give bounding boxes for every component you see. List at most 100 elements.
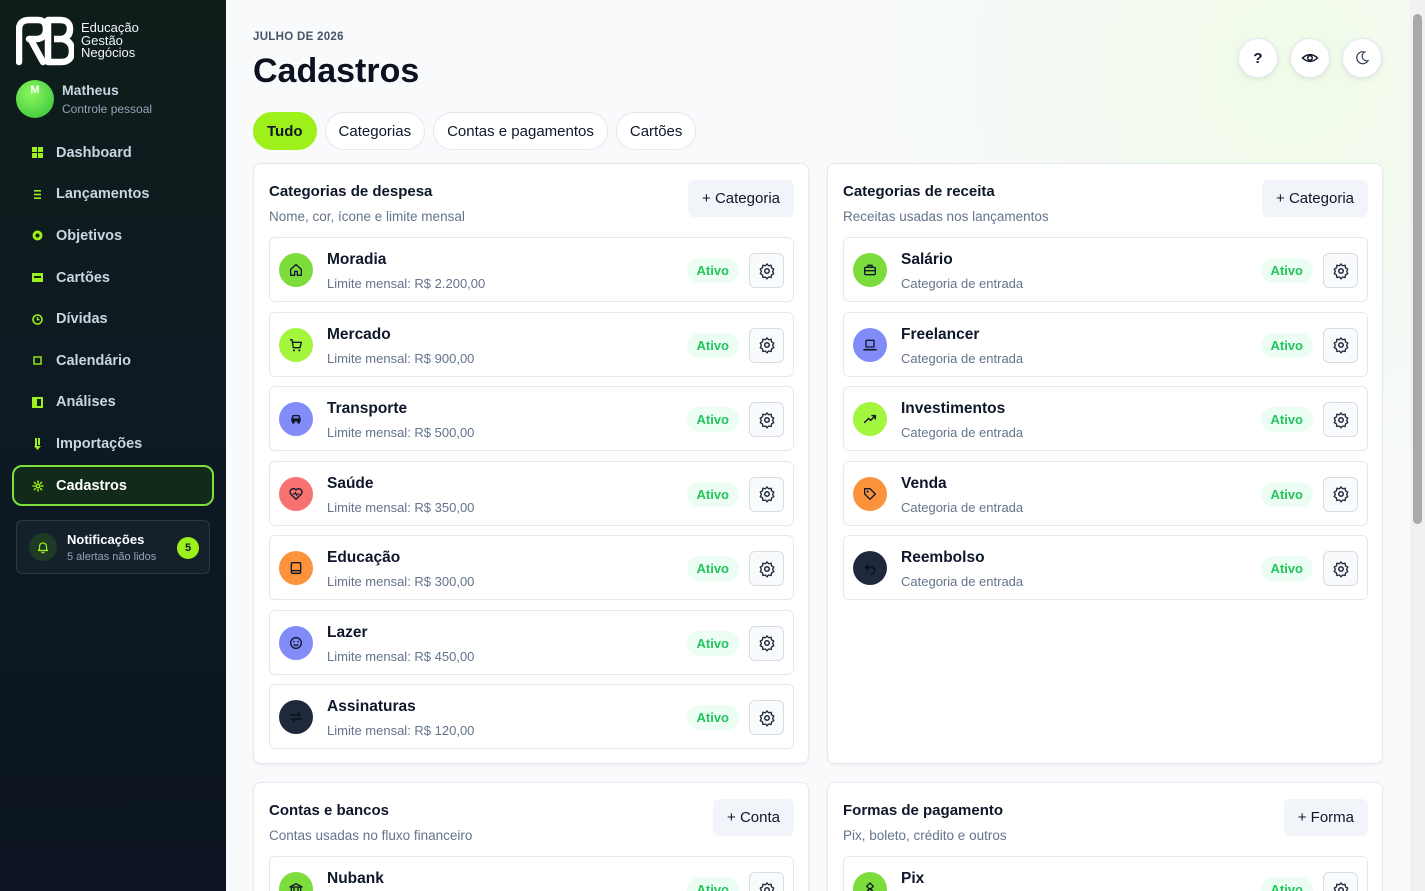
- add-payment-method-button[interactable]: + Forma: [1283, 799, 1368, 836]
- status-badge: Ativo: [686, 556, 739, 581]
- category-description: Categoria de entrada: [901, 425, 1024, 440]
- sidebar-item-cartoes[interactable]: Cartões: [12, 257, 214, 299]
- sidebar-item-label: Objetivos: [56, 227, 123, 244]
- status-badge: Ativo: [686, 407, 739, 432]
- settings-button[interactable]: [749, 253, 784, 288]
- list-item[interactable]: Lazer Limite mensal: R$ 450,00 Ativo: [269, 609, 794, 675]
- settings-button[interactable]: [749, 402, 784, 437]
- settings-button[interactable]: [1323, 551, 1358, 586]
- user-profile[interactable]: M Matheus Controle pessoal: [16, 80, 152, 118]
- gear-icon: [32, 479, 56, 492]
- gear-icon: [1333, 881, 1348, 891]
- settings-button[interactable]: [749, 551, 784, 586]
- scrollbar-thumb[interactable]: [1413, 14, 1422, 524]
- settings-button[interactable]: [1323, 253, 1358, 288]
- avatar: M: [16, 80, 54, 118]
- list-item[interactable]: Investimentos Categoria de entrada Ativo: [843, 386, 1368, 451]
- sidebar-item-lancamentos[interactable]: Lançamentos: [12, 174, 214, 216]
- status-badge: Ativo: [686, 877, 739, 891]
- list-item[interactable]: Saúde Limite mensal: R$ 350,00 Ativo: [269, 460, 794, 526]
- add-account-button[interactable]: + Conta: [713, 799, 794, 836]
- sidebar-nav: Dashboard Lançamentos Objetivos Cartões …: [12, 132, 214, 507]
- tab-tudo[interactable]: Tudo: [253, 112, 317, 150]
- account-name: Nubank: [327, 870, 384, 887]
- list-item[interactable]: Educação Limite mensal: R$ 300,00 Ativo: [269, 535, 794, 600]
- download-icon: [32, 437, 56, 450]
- tag-icon: [853, 476, 887, 511]
- sidebar-item-importacoes[interactable]: Importações: [12, 423, 214, 465]
- car-icon: [279, 402, 313, 436]
- status-badge: Ativo: [1260, 481, 1313, 507]
- list-item[interactable]: Transporte Limite mensal: R$ 500,00 Ativ…: [269, 386, 794, 451]
- laptop-icon: [853, 327, 887, 362]
- toggle-visibility-button[interactable]: [1290, 38, 1330, 78]
- category-limit: Limite mensal: R$ 120,00: [327, 723, 475, 738]
- tab-categorias[interactable]: Categorias: [324, 112, 426, 150]
- brand-text: Educação Gestão Negócios: [81, 22, 139, 60]
- category-name: Salário: [901, 251, 953, 268]
- settings-button[interactable]: [749, 700, 784, 735]
- category-name: Mercado: [327, 325, 391, 343]
- panel-subtitle: Contas usadas no fluxo financeiro: [269, 828, 473, 843]
- list-item[interactable]: Venda Categoria de entrada Ativo: [843, 460, 1368, 526]
- category-limit: Limite mensal: R$ 2.200,00: [327, 276, 486, 291]
- list-item[interactable]: Salário Categoria de entrada Ativo: [843, 237, 1368, 302]
- status-badge: Ativo: [686, 481, 739, 507]
- smile-icon: [279, 625, 313, 660]
- settings-button[interactable]: [1323, 872, 1358, 891]
- category-limit: Limite mensal: R$ 900,00: [327, 350, 475, 366]
- gear-icon: [1333, 560, 1348, 578]
- notifications-subtitle: 5 alertas não lidos: [67, 550, 157, 563]
- status-badge: Ativo: [1260, 407, 1313, 432]
- list-item[interactable]: Mercado Limite mensal: R$ 900,00 Ativo: [269, 311, 794, 377]
- sidebar-item-label: Cartões: [56, 269, 110, 286]
- gear-icon: [759, 709, 774, 727]
- filter-tabs: Tudo Categorias Contas e pagamentos Cart…: [253, 112, 697, 150]
- sidebar-item-dividas[interactable]: Dívidas: [12, 298, 214, 340]
- notifications-card[interactable]: Notificações 5 alertas não lidos 5: [16, 520, 210, 574]
- help-icon: ?: [1253, 49, 1263, 67]
- settings-button[interactable]: [749, 327, 784, 363]
- list-item[interactable]: Freelancer Categoria de entrada Ativo: [843, 311, 1368, 377]
- panel-subtitle: Receitas usadas nos lançamentos: [843, 209, 1049, 224]
- sidebar-item-dashboard[interactable]: Dashboard: [12, 132, 214, 174]
- list-icon: [32, 189, 56, 200]
- list-item[interactable]: Reembolso Categoria de entrada Ativo: [843, 535, 1368, 600]
- settings-button[interactable]: [749, 476, 784, 512]
- settings-button[interactable]: [749, 872, 784, 891]
- list-item[interactable]: Nubank Ativo: [269, 856, 794, 891]
- category-name: Reembolso: [901, 549, 985, 566]
- status-badge: Ativo: [686, 332, 739, 358]
- category-name: Venda: [901, 474, 947, 492]
- theme-toggle-button[interactable]: [1342, 38, 1382, 78]
- category-description: Categoria de entrada: [901, 276, 1024, 291]
- tab-cartoes[interactable]: Cartões: [615, 112, 697, 150]
- settings-button[interactable]: [1323, 402, 1358, 437]
- sidebar-item-calendario[interactable]: Calendário: [12, 340, 214, 382]
- notifications-title: Notificações: [67, 531, 145, 547]
- category-limit: Limite mensal: R$ 450,00: [327, 648, 475, 664]
- list-item[interactable]: Assinaturas Limite mensal: R$ 120,00 Ati…: [269, 684, 794, 749]
- category-name: Transporte: [327, 400, 408, 417]
- settings-button[interactable]: [1323, 327, 1358, 363]
- panel-title: Formas de pagamento: [843, 802, 1004, 819]
- sidebar-item-label: Cadastros: [56, 477, 127, 494]
- settings-button[interactable]: [749, 625, 784, 661]
- brand-logo[interactable]: Educação Gestão Negócios: [16, 16, 139, 66]
- category-description: Categoria de entrada: [901, 499, 1024, 515]
- category-name: Lazer: [327, 623, 368, 641]
- help-button[interactable]: ?: [1238, 38, 1278, 78]
- gear-icon: [759, 560, 774, 578]
- list-item[interactable]: Pix Ativo: [843, 856, 1368, 891]
- add-income-category-button[interactable]: + Categoria: [1262, 180, 1368, 217]
- sidebar-item-objetivos[interactable]: Objetivos: [12, 215, 214, 257]
- home-icon: [279, 253, 313, 287]
- sidebar-item-analises[interactable]: Análises: [12, 382, 214, 424]
- add-expense-category-button[interactable]: + Categoria: [688, 180, 794, 217]
- page-scrollbar[interactable]: [1410, 0, 1425, 891]
- settings-button[interactable]: [1323, 476, 1358, 512]
- tab-contas-e-pagamentos[interactable]: Contas e pagamentos: [433, 112, 608, 150]
- sidebar-item-label: Análises: [56, 394, 116, 411]
- list-item[interactable]: Moradia Limite mensal: R$ 2.200,00 Ativo: [269, 237, 794, 302]
- sidebar-item-cadastros[interactable]: Cadastros: [12, 464, 214, 507]
